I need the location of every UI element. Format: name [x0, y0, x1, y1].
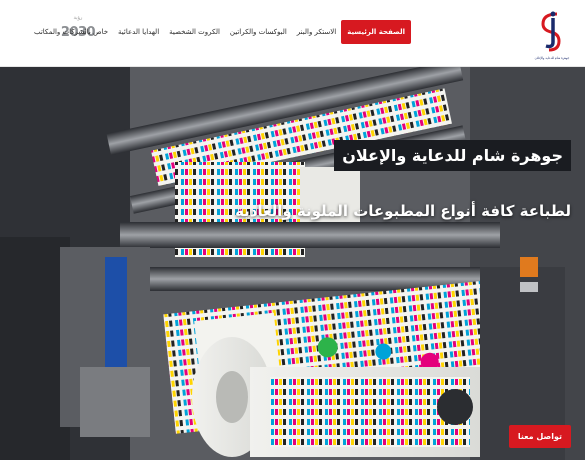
- nav-item-home[interactable]: الصفحة الرئيسية: [341, 20, 411, 44]
- main-nav: الصفحة الرئيسية الاستكر والبنر البوكسات …: [29, 20, 411, 44]
- nav-item-promo-gifts[interactable]: الهدايا الدعائية: [113, 21, 164, 43]
- nav-item-business-cards[interactable]: الكروت الشخصية: [164, 21, 225, 43]
- contact-us-button[interactable]: تواصل معنا: [508, 425, 571, 448]
- hero-banner: جوهرة شام للدعاية والإعلان لطباعة كافة أ…: [0, 67, 585, 460]
- hero-headline-box: جوهرة شام للدعاية والإعلان: [334, 140, 571, 171]
- nav-item-boxes-cartons[interactable]: البوكسات والكراتين: [225, 21, 292, 43]
- nav-item-companies-offices[interactable]: خاص بالشركات والمكاتب: [29, 21, 113, 43]
- logo-mark-icon: [541, 11, 561, 52]
- site-header: جوهرة شام للدعاية والإعلان رؤية 2030 الص…: [0, 0, 585, 67]
- hero-headline: جوهرة شام للدعاية والإعلان: [342, 146, 563, 165]
- site-logo[interactable]: جوهرة شام للدعاية والإعلان: [529, 8, 575, 60]
- nav-item-stickers-banners[interactable]: الاستكر والبنر: [292, 21, 341, 43]
- logo-tagline: جوهرة شام للدعاية والإعلان: [534, 56, 570, 60]
- hero-subline: لطباعة كافة أنواع المطبوعات الملونة والع…: [235, 202, 571, 220]
- printing-press-illustration: [0, 67, 585, 460]
